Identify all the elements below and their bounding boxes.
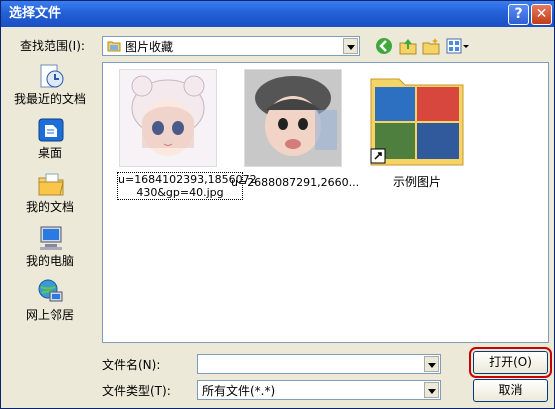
place-label: 我的电脑 (25, 254, 74, 268)
file-name: u=2688087291,2660... (231, 176, 360, 189)
open-button[interactable]: 打开(O) (469, 347, 552, 378)
place-my-computer[interactable]: 我的电脑 (7, 224, 93, 272)
sample-pictures-folder-icon (369, 69, 465, 167)
folder-name: 示例图片 (392, 175, 441, 189)
places-bar: 我最近的文档 桌面 我的文档 我的电脑 网上邻居 (7, 62, 93, 343)
chevron-down-icon[interactable] (424, 356, 439, 372)
chevron-down-icon[interactable] (424, 382, 439, 398)
filename-label: 文件名(N): (102, 358, 161, 372)
lookin-value: 图片收藏 (125, 40, 174, 54)
cancel-button[interactable]: 取消 (473, 379, 548, 402)
filename-combobox[interactable] (197, 354, 441, 374)
place-label: 网上邻居 (25, 308, 74, 322)
recent-documents-icon (37, 62, 65, 90)
chevron-down-icon[interactable] (343, 38, 358, 54)
up-folder-icon[interactable] (399, 37, 417, 55)
filetype-label: 文件类型(T): (102, 384, 171, 398)
desktop-icon (37, 116, 65, 144)
new-folder-icon[interactable] (422, 37, 440, 55)
network-places-icon (37, 278, 65, 306)
close-button[interactable]: ✕ (531, 4, 552, 25)
file-name: u=1684102393,1856072 430&gp=40.jpg (117, 172, 257, 200)
filetype-value: 所有文件(*.*) (202, 384, 276, 398)
place-label: 我的文档 (25, 200, 74, 214)
my-computer-icon (37, 224, 65, 252)
window-title: 选择文件 (9, 6, 62, 21)
view-menu-icon[interactable] (446, 37, 470, 55)
folder-icon (107, 39, 121, 52)
back-icon[interactable] (375, 37, 393, 55)
place-recent-documents[interactable]: 我最近的文档 (7, 62, 93, 110)
place-my-documents[interactable]: 我的文档 (7, 170, 93, 218)
lookin-label: 查找范围(I): (20, 39, 85, 53)
thumbnail-image (119, 69, 217, 167)
thumbnail-image (244, 69, 342, 167)
my-documents-icon (37, 170, 65, 198)
file-dialog: 选择文件 ? ✕ 查找范围(I): 图片收藏 我最近的文档 桌面 我的文档 我的… (0, 0, 555, 409)
file-list-view[interactable]: u=1684102393,1856072 430&gp=40.jpg u=268… (102, 62, 549, 343)
place-label: 桌面 (37, 146, 62, 160)
title-bar: 选择文件 ? ✕ (1, 1, 554, 27)
place-desktop[interactable]: 桌面 (7, 116, 93, 164)
place-network[interactable]: 网上邻居 (7, 278, 93, 326)
place-label: 我最近的文档 (13, 92, 86, 106)
lookin-combobox[interactable]: 图片收藏 (102, 36, 360, 56)
filetype-combobox[interactable]: 所有文件(*.*) (197, 380, 441, 400)
help-button[interactable]: ? (508, 4, 529, 25)
